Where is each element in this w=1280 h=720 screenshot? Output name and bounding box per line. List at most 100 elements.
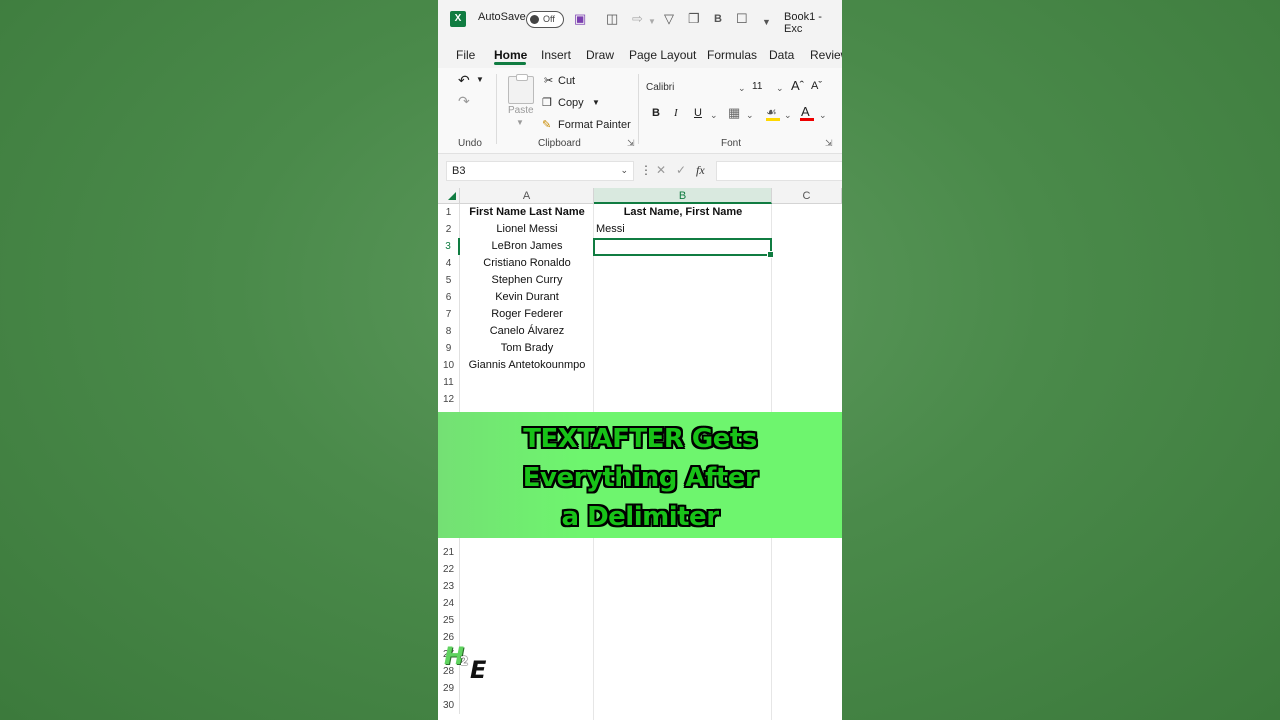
- enter-icon[interactable]: ✓: [676, 163, 686, 177]
- cell-a6[interactable]: Kevin Durant: [460, 289, 594, 306]
- paste-dropdown-icon[interactable]: ▼: [516, 118, 524, 127]
- font-size-box[interactable]: 11: [752, 81, 762, 92]
- clipboard-group-label: Clipboard: [538, 138, 581, 149]
- underline-dropdown-icon[interactable]: ⌄: [710, 110, 718, 121]
- column-header-c[interactable]: C: [772, 188, 842, 204]
- row-header-23[interactable]: 23: [438, 578, 460, 595]
- font-size-dropdown-icon[interactable]: ⌄: [776, 83, 784, 94]
- chevron-down-icon[interactable]: ▼: [648, 15, 656, 29]
- cancel-icon[interactable]: ✕: [656, 163, 666, 177]
- row-header-11[interactable]: 11: [438, 374, 460, 391]
- form-icon[interactable]: ◫: [606, 12, 618, 26]
- comment-icon[interactable]: ☐: [736, 12, 748, 26]
- copy-dropdown-icon[interactable]: ▼: [592, 98, 600, 107]
- tab-draw[interactable]: Draw: [586, 48, 614, 62]
- row-header-1[interactable]: 1: [438, 204, 460, 221]
- tab-review[interactable]: Review: [810, 48, 842, 62]
- row-header-21[interactable]: 21: [438, 544, 460, 561]
- cell-a10[interactable]: Giannis Antetokounmpo: [460, 357, 594, 374]
- copy-icon[interactable]: ❐: [542, 96, 552, 109]
- tab-file[interactable]: File: [456, 48, 475, 62]
- formula-input[interactable]: [716, 161, 842, 181]
- undo-dropdown-icon[interactable]: ▼: [476, 75, 484, 84]
- excel-logo-icon: X: [450, 11, 466, 27]
- underline-button[interactable]: U: [694, 107, 702, 119]
- save-icon[interactable]: ▣: [574, 12, 586, 26]
- redo-arrow-icon[interactable]: ⇨: [632, 12, 643, 26]
- title-bar: X AutoSave Off ▣ ◫ ⇨ ▼ ▽ ❐ B ☐ ▼ Book1 -…: [438, 0, 842, 40]
- format-painter-icon[interactable]: ✎: [542, 118, 551, 131]
- bold-button[interactable]: B: [652, 107, 660, 119]
- font-launcher-icon[interactable]: ⇲: [825, 138, 833, 149]
- row-header-30[interactable]: 30: [438, 697, 460, 714]
- column-header-a[interactable]: A: [460, 188, 594, 204]
- undo-icon[interactable]: ↶: [458, 72, 470, 89]
- font-name-box[interactable]: Calibri: [646, 82, 674, 93]
- font-color-icon[interactable]: A: [801, 104, 810, 119]
- h2e-logo-icon: H 2 E: [444, 642, 494, 686]
- name-box-dropdown-icon[interactable]: ⌄: [620, 165, 628, 176]
- cell-b2[interactable]: Messi: [596, 221, 772, 238]
- copy-button[interactable]: Copy: [558, 97, 584, 109]
- more-icon[interactable]: ⋮: [640, 163, 652, 177]
- cell-a2[interactable]: Lionel Messi: [460, 221, 594, 238]
- tab-data[interactable]: Data: [769, 48, 794, 62]
- row-header-24[interactable]: 24: [438, 595, 460, 612]
- font-name-dropdown-icon[interactable]: ⌄: [738, 83, 746, 94]
- active-cell-b3[interactable]: [593, 238, 774, 258]
- row-header-12[interactable]: 12: [438, 391, 460, 408]
- cut-icon[interactable]: ✂: [544, 74, 553, 87]
- autosave-label: AutoSave: [478, 11, 526, 23]
- fill-color-icon[interactable]: ☙: [766, 105, 777, 119]
- row-header-10[interactable]: 10: [438, 357, 460, 374]
- cut-button[interactable]: Cut: [558, 75, 575, 87]
- row-header-25[interactable]: 25: [438, 612, 460, 629]
- cell-a1[interactable]: First Name Last Name: [460, 204, 594, 221]
- format-painter-button[interactable]: Format Painter: [558, 119, 631, 131]
- italic-button[interactable]: I: [674, 107, 678, 119]
- autosave-toggle[interactable]: Off: [526, 11, 564, 28]
- row-header-4[interactable]: 4: [438, 255, 460, 272]
- cell-a9[interactable]: Tom Brady: [460, 340, 594, 357]
- grow-font-icon[interactable]: Aˆ: [791, 78, 804, 93]
- paste-icon[interactable]: [508, 74, 534, 104]
- shrink-font-icon[interactable]: Aˇ: [811, 80, 822, 92]
- cell-a4[interactable]: Cristiano Ronaldo: [460, 255, 594, 272]
- row-header-2[interactable]: 2: [438, 221, 460, 238]
- formula-bar: B3 ⌄ ⋮ ✕ ✓ fx: [438, 154, 842, 188]
- font-color-dropdown-icon[interactable]: ⌄: [819, 110, 827, 121]
- row-header-6[interactable]: 6: [438, 289, 460, 306]
- cell-b1[interactable]: Last Name, First Name: [594, 204, 772, 221]
- row-header-7[interactable]: 7: [438, 306, 460, 323]
- tab-formulas[interactable]: Formulas: [707, 48, 757, 62]
- column-header-b[interactable]: B: [594, 188, 772, 204]
- bold-quick-button[interactable]: B: [714, 12, 722, 26]
- divider: [638, 74, 639, 144]
- cell-a3[interactable]: LeBron James: [460, 238, 594, 255]
- tab-page-layout[interactable]: Page Layout: [629, 48, 696, 62]
- borders-dropdown-icon[interactable]: ⌄: [746, 110, 754, 121]
- fill-dropdown-icon[interactable]: ⌄: [784, 110, 792, 121]
- row-header-5[interactable]: 5: [438, 272, 460, 289]
- tab-insert[interactable]: Insert: [541, 48, 571, 62]
- clipboard-launcher-icon[interactable]: ⇲: [627, 138, 635, 149]
- tab-home[interactable]: Home: [494, 48, 527, 62]
- paste-special-icon[interactable]: ❐: [688, 12, 700, 26]
- row-header-8[interactable]: 8: [438, 323, 460, 340]
- insert-function-button[interactable]: fx: [696, 163, 705, 178]
- customize-icon[interactable]: ▼: [762, 15, 771, 29]
- cell-a8[interactable]: Canelo Álvarez: [460, 323, 594, 340]
- fill-color-swatch: [766, 118, 780, 121]
- paste-label[interactable]: Paste: [508, 105, 534, 116]
- cell-a5[interactable]: Stephen Curry: [460, 272, 594, 289]
- borders-icon[interactable]: ▦: [728, 105, 740, 121]
- select-all-button[interactable]: [438, 188, 460, 204]
- name-box[interactable]: B3 ⌄: [446, 161, 634, 181]
- redo-icon[interactable]: ↷: [458, 93, 470, 110]
- workbook-title: Book1 - Exc: [784, 11, 822, 35]
- row-header-9[interactable]: 9: [438, 340, 460, 357]
- cell-a7[interactable]: Roger Federer: [460, 306, 594, 323]
- row-header-22[interactable]: 22: [438, 561, 460, 578]
- row-header-3[interactable]: 3: [438, 238, 460, 255]
- filter-icon[interactable]: ▽: [664, 12, 674, 26]
